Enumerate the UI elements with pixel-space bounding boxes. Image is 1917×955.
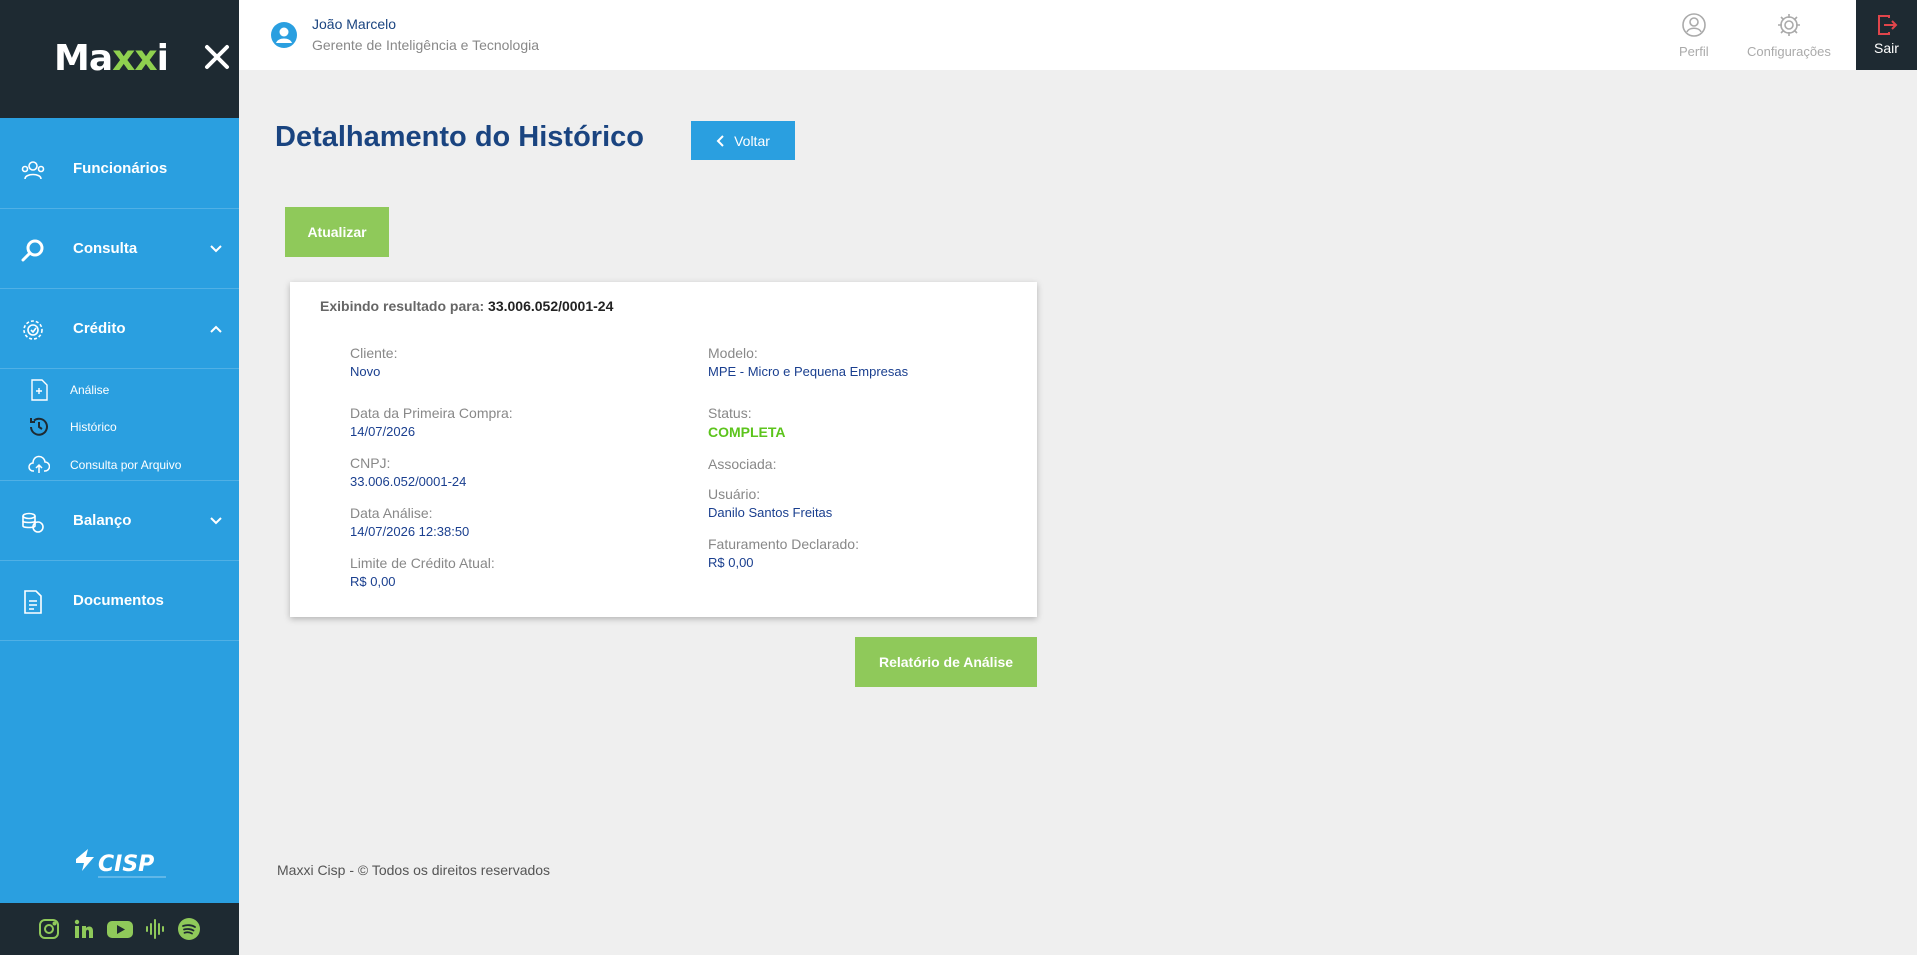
sidebar-subitem-consulta-arquivo[interactable]: Consulta por Arquivo	[0, 450, 239, 480]
back-label: Voltar	[734, 132, 770, 149]
sidebar-header: Maxxi	[0, 0, 239, 118]
result-prefix: Exibindo resultado para:	[320, 298, 485, 314]
chevron-up-icon	[210, 325, 222, 333]
sidebar-item-credito[interactable]: Crédito	[0, 289, 239, 369]
field-label: Usuário:	[708, 486, 761, 502]
refresh-button[interactable]: Atualizar	[285, 207, 389, 257]
field-label: Modelo:	[708, 345, 758, 361]
back-button[interactable]: Voltar	[691, 121, 795, 160]
document-icon	[24, 590, 42, 614]
field-value: 14/07/2026	[350, 424, 416, 439]
field-label: CNPJ:	[350, 455, 391, 471]
history-icon	[30, 417, 48, 436]
analysis-report-button[interactable]: Relatório de Análise	[855, 637, 1037, 687]
page-title: Detalhamento do Histórico	[275, 121, 644, 153]
linkedin-icon[interactable]	[72, 917, 96, 941]
logout-button[interactable]: Sair	[1856, 0, 1917, 70]
add-document-icon	[31, 379, 48, 401]
social-bar	[0, 903, 239, 955]
sidebar-subitem-historico[interactable]: Histórico	[0, 412, 239, 442]
logo-text: Ma	[54, 38, 113, 79]
subitem-label: Consulta por Arquivo	[70, 458, 182, 472]
field-value: MPE - Micro e Pequena Empresas	[708, 364, 909, 379]
history-detail-card: Exibindo resultado para: 33.006.052/0001…	[290, 282, 1037, 617]
user-avatar-icon[interactable]	[270, 21, 298, 49]
result-header: Exibindo resultado para: 33.006.052/0001…	[320, 298, 613, 314]
gear-icon	[1777, 14, 1800, 36]
profile-button[interactable]: Perfil	[1679, 12, 1709, 59]
close-icon[interactable]	[204, 44, 230, 70]
logo-accent: xx	[112, 38, 157, 79]
field-value: R$ 0,00	[708, 555, 754, 570]
field-status: Status: COMPLETA	[708, 404, 786, 442]
field-cliente: Cliente: Novo	[350, 344, 397, 382]
settings-button[interactable]: Configurações	[1747, 12, 1831, 59]
chevron-down-icon	[210, 244, 222, 252]
field-label: Faturamento Declarado:	[708, 536, 859, 552]
settings-label: Configurações	[1747, 44, 1831, 59]
cloud-upload-icon	[28, 455, 50, 473]
sidebar-item-funcionarios[interactable]: Funcionários	[0, 129, 239, 209]
spotify-icon[interactable]	[177, 917, 201, 941]
subitem-label: Análise	[70, 383, 110, 397]
sidebar: Maxxi Funcionários Consulta Crédito Anál…	[0, 0, 239, 955]
profile-icon	[1682, 13, 1706, 37]
coins-icon	[22, 512, 44, 533]
credit-gear-icon	[23, 320, 43, 340]
credito-submenu: Análise Histórico Consulta por Arquivo	[0, 369, 239, 481]
field-cnpj: CNPJ: 33.006.052/0001-24	[350, 454, 466, 492]
field-faturamento: Faturamento Declarado: R$ 0,00	[708, 535, 859, 573]
youtube-icon[interactable]	[106, 917, 134, 941]
field-value: 14/07/2026 12:38:50	[350, 524, 470, 539]
field-label: Associada:	[708, 456, 777, 472]
footer-text: Maxxi Cisp - © Todos os direitos reserva…	[277, 862, 551, 878]
sidebar-item-label: Crédito	[73, 320, 126, 337]
sidebar-item-balanco[interactable]: Balanço	[0, 481, 239, 561]
sidebar-item-documentos[interactable]: Documentos	[0, 561, 239, 641]
subitem-label: Histórico	[70, 420, 117, 434]
podcast-icon[interactable]	[143, 917, 167, 941]
chevron-down-icon	[210, 516, 222, 524]
logo-text-end: i	[156, 38, 169, 79]
field-limite-credito: Limite de Crédito Atual: R$ 0,00	[350, 554, 495, 592]
field-usuario: Usuário: Danilo Santos Freitas	[708, 485, 832, 523]
sidebar-item-consulta[interactable]: Consulta	[0, 209, 239, 289]
field-value: 33.006.052/0001-24	[350, 474, 467, 489]
field-data-analise: Data Análise: 14/07/2026 12:38:50	[350, 504, 469, 542]
maxxi-logo[interactable]: Maxxi	[54, 38, 169, 79]
result-document: 33.006.052/0001-24	[488, 298, 614, 314]
field-label: Limite de Crédito Atual:	[350, 555, 495, 571]
status-value: COMPLETA	[708, 424, 786, 440]
sidebar-item-label: Consulta	[73, 240, 138, 257]
field-value: Novo	[350, 364, 381, 379]
user-name: João Marcelo	[312, 16, 397, 32]
svg-text:CISP: CISP	[98, 852, 154, 877]
user-role: Gerente de Inteligência e Tecnologia	[312, 37, 540, 53]
chevron-left-icon	[716, 134, 724, 147]
users-icon	[21, 161, 45, 180]
field-modelo: Modelo: MPE - Micro e Pequena Empresas	[708, 344, 908, 382]
field-label: Cliente:	[350, 345, 398, 361]
sidebar-item-label: Balanço	[73, 512, 132, 529]
field-value: Danilo Santos Freitas	[708, 505, 833, 520]
field-value: R$ 0,00	[350, 574, 396, 589]
logout-label: Sair	[1874, 40, 1899, 56]
sidebar-item-label: Funcionários	[73, 160, 168, 177]
sidebar-item-label: Documentos	[73, 592, 164, 609]
search-icon	[21, 239, 44, 262]
field-label: Data da Primeira Compra:	[350, 405, 513, 421]
field-associada: Associada:	[708, 455, 776, 473]
profile-label: Perfil	[1679, 44, 1709, 59]
logout-icon	[1877, 15, 1897, 35]
instagram-icon[interactable]	[37, 917, 61, 941]
field-primeira-compra: Data da Primeira Compra: 14/07/2026	[350, 404, 513, 442]
field-label: Data Análise:	[350, 505, 433, 521]
top-bar: João Marcelo Gerente de Inteligência e T…	[239, 0, 1917, 70]
field-label: Status:	[708, 405, 752, 421]
cisp-logo: CISP	[76, 849, 166, 878]
sidebar-subitem-analise[interactable]: Análise	[0, 375, 239, 405]
